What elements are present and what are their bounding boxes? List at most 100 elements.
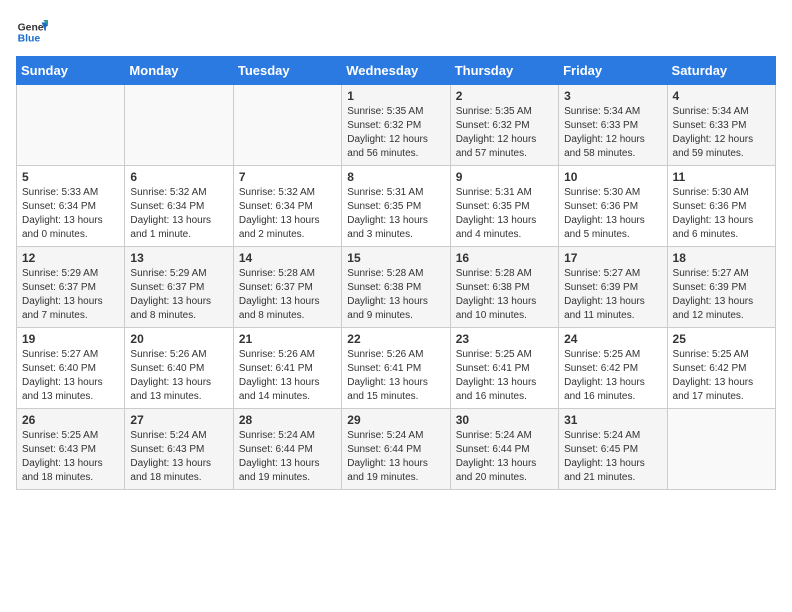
day-info: Sunrise: 5:28 AM Sunset: 6:38 PM Dayligh… [347,267,444,323]
calendar-cell: 15 Sunrise: 5:28 AM Sunset: 6:38 PM Dayli… [342,247,450,328]
calendar-cell: 5Sunrise: 5:33 AM Sunset: 6:34 PM Daylig… [17,166,125,247]
day-info: Sunrise: 5:35 AM Sunset: 6:32 PM Dayligh… [456,105,553,161]
day-number: 22 [347,332,444,346]
calendar-cell: 24Sunrise: 5:25 AM Sunset: 6:42 PM Dayli… [559,328,667,409]
calendar-cell: 18 Sunrise: 5:27 AM Sunset: 6:39 PM Dayli… [667,247,775,328]
day-number: 29 [347,413,444,427]
svg-text:Blue: Blue [18,34,41,45]
day-number: 31 [564,413,661,427]
calendar-header: SundayMondayTuesdayWednesdayThursdayFrid… [17,57,776,85]
day-number: 6 [130,170,227,184]
day-info: Sunrise: 5:24 AM Sunset: 6:44 PM Dayligh… [347,429,444,485]
day-info: Sunrise: 5:32 AM Sunset: 6:34 PM Dayligh… [239,186,336,242]
day-info: Sunrise: 5:25 AM Sunset: 6:41 PM Dayligh… [456,348,553,404]
day-number: 3 [564,89,661,103]
day-info: Sunrise: 5:26 AM Sunset: 6:40 PM Dayligh… [130,348,227,404]
calendar-cell: 6Sunrise: 5:32 AM Sunset: 6:34 PM Daylig… [125,166,233,247]
day-number: 26 [22,413,119,427]
weekday-header: Tuesday [233,57,341,85]
calendar-cell: 26Sunrise: 5:25 AM Sunset: 6:43 PM Dayli… [17,409,125,490]
calendar-week-row: 1 Sunrise: 5:35 AM Sunset: 6:32 PM Daylig… [17,85,776,166]
day-info: Sunrise: 5:31 AM Sunset: 6:35 PM Dayligh… [347,186,444,242]
calendar-cell: 10Sunrise: 5:30 AM Sunset: 6:36 PM Dayli… [559,166,667,247]
day-number: 19 [22,332,119,346]
calendar-cell: 16Sunrise: 5:28 AM Sunset: 6:38 PM Dayli… [450,247,558,328]
calendar-cell: 30 Sunrise: 5:24 AM Sunset: 6:44 PM Dayli… [450,409,558,490]
day-info: Sunrise: 5:30 AM Sunset: 6:36 PM Dayligh… [673,186,770,242]
day-info: Sunrise: 5:33 AM Sunset: 6:34 PM Dayligh… [22,186,119,242]
calendar-week-row: 5Sunrise: 5:33 AM Sunset: 6:34 PM Daylig… [17,166,776,247]
calendar-cell: 8 Sunrise: 5:31 AM Sunset: 6:35 PM Daylig… [342,166,450,247]
calendar-week-row: 26Sunrise: 5:25 AM Sunset: 6:43 PM Dayli… [17,409,776,490]
day-info: Sunrise: 5:27 AM Sunset: 6:39 PM Dayligh… [673,267,770,323]
day-info: Sunrise: 5:27 AM Sunset: 6:40 PM Dayligh… [22,348,119,404]
day-number: 27 [130,413,227,427]
weekday-header: Thursday [450,57,558,85]
calendar-cell: 22Sunrise: 5:26 AM Sunset: 6:41 PM Dayli… [342,328,450,409]
day-number: 2 [456,89,553,103]
day-info: Sunrise: 5:31 AM Sunset: 6:35 PM Dayligh… [456,186,553,242]
calendar-cell: 19 Sunrise: 5:27 AM Sunset: 6:40 PM Dayli… [17,328,125,409]
weekday-header: Sunday [17,57,125,85]
weekday-header: Friday [559,57,667,85]
weekday-row: SundayMondayTuesdayWednesdayThursdayFrid… [17,57,776,85]
calendar-cell: 11 Sunrise: 5:30 AM Sunset: 6:36 PM Dayli… [667,166,775,247]
day-info: Sunrise: 5:24 AM Sunset: 6:44 PM Dayligh… [456,429,553,485]
calendar-cell: 23 Sunrise: 5:25 AM Sunset: 6:41 PM Dayli… [450,328,558,409]
calendar-body: 1 Sunrise: 5:35 AM Sunset: 6:32 PM Daylig… [17,85,776,490]
calendar-cell: 17Sunrise: 5:27 AM Sunset: 6:39 PM Dayli… [559,247,667,328]
day-number: 15 [347,251,444,265]
calendar-week-row: 19 Sunrise: 5:27 AM Sunset: 6:40 PM Dayli… [17,328,776,409]
day-info: Sunrise: 5:34 AM Sunset: 6:33 PM Dayligh… [673,105,770,161]
day-info: Sunrise: 5:25 AM Sunset: 6:42 PM Dayligh… [564,348,661,404]
day-info: Sunrise: 5:25 AM Sunset: 6:42 PM Dayligh… [673,348,770,404]
day-info: Sunrise: 5:26 AM Sunset: 6:41 PM Dayligh… [239,348,336,404]
day-number: 11 [673,170,770,184]
weekday-header: Wednesday [342,57,450,85]
day-info: Sunrise: 5:34 AM Sunset: 6:33 PM Dayligh… [564,105,661,161]
calendar-cell [125,85,233,166]
calendar-cell: 2 Sunrise: 5:35 AM Sunset: 6:32 PM Daylig… [450,85,558,166]
day-number: 8 [347,170,444,184]
calendar-cell: 12Sunrise: 5:29 AM Sunset: 6:37 PM Dayli… [17,247,125,328]
day-number: 28 [239,413,336,427]
day-number: 30 [456,413,553,427]
day-number: 17 [564,251,661,265]
day-number: 13 [130,251,227,265]
calendar-cell: 14 Sunrise: 5:28 AM Sunset: 6:37 PM Dayli… [233,247,341,328]
day-info: Sunrise: 5:28 AM Sunset: 6:38 PM Dayligh… [456,267,553,323]
calendar-cell: 25 Sunrise: 5:25 AM Sunset: 6:42 PM Dayli… [667,328,775,409]
day-info: Sunrise: 5:24 AM Sunset: 6:44 PM Dayligh… [239,429,336,485]
calendar-cell [233,85,341,166]
day-number: 12 [22,251,119,265]
calendar-cell: 28 Sunrise: 5:24 AM Sunset: 6:44 PM Dayli… [233,409,341,490]
calendar-cell: 1 Sunrise: 5:35 AM Sunset: 6:32 PM Daylig… [342,85,450,166]
day-info: Sunrise: 5:35 AM Sunset: 6:32 PM Dayligh… [347,105,444,161]
calendar-cell: 13 Sunrise: 5:29 AM Sunset: 6:37 PM Dayli… [125,247,233,328]
logo: General Blue [16,16,48,48]
weekday-header: Monday [125,57,233,85]
calendar-cell: 7Sunrise: 5:32 AM Sunset: 6:34 PM Daylig… [233,166,341,247]
day-number: 1 [347,89,444,103]
weekday-header: Saturday [667,57,775,85]
calendar-cell: 21 Sunrise: 5:26 AM Sunset: 6:41 PM Dayli… [233,328,341,409]
day-info: Sunrise: 5:29 AM Sunset: 6:37 PM Dayligh… [130,267,227,323]
day-info: Sunrise: 5:28 AM Sunset: 6:37 PM Dayligh… [239,267,336,323]
day-number: 23 [456,332,553,346]
calendar-cell: 3 Sunrise: 5:34 AM Sunset: 6:33 PM Daylig… [559,85,667,166]
calendar-cell: 31 Sunrise: 5:24 AM Sunset: 6:45 PM Dayli… [559,409,667,490]
calendar-cell [17,85,125,166]
page-header: General Blue [16,16,776,48]
day-number: 25 [673,332,770,346]
day-number: 14 [239,251,336,265]
day-number: 18 [673,251,770,265]
calendar-table: SundayMondayTuesdayWednesdayThursdayFrid… [16,56,776,490]
day-number: 21 [239,332,336,346]
calendar-cell: 29 Sunrise: 5:24 AM Sunset: 6:44 PM Dayli… [342,409,450,490]
calendar-cell: 20Sunrise: 5:26 AM Sunset: 6:40 PM Dayli… [125,328,233,409]
day-number: 4 [673,89,770,103]
logo-icon: General Blue [16,16,48,48]
day-info: Sunrise: 5:30 AM Sunset: 6:36 PM Dayligh… [564,186,661,242]
day-info: Sunrise: 5:24 AM Sunset: 6:45 PM Dayligh… [564,429,661,485]
calendar-cell [667,409,775,490]
